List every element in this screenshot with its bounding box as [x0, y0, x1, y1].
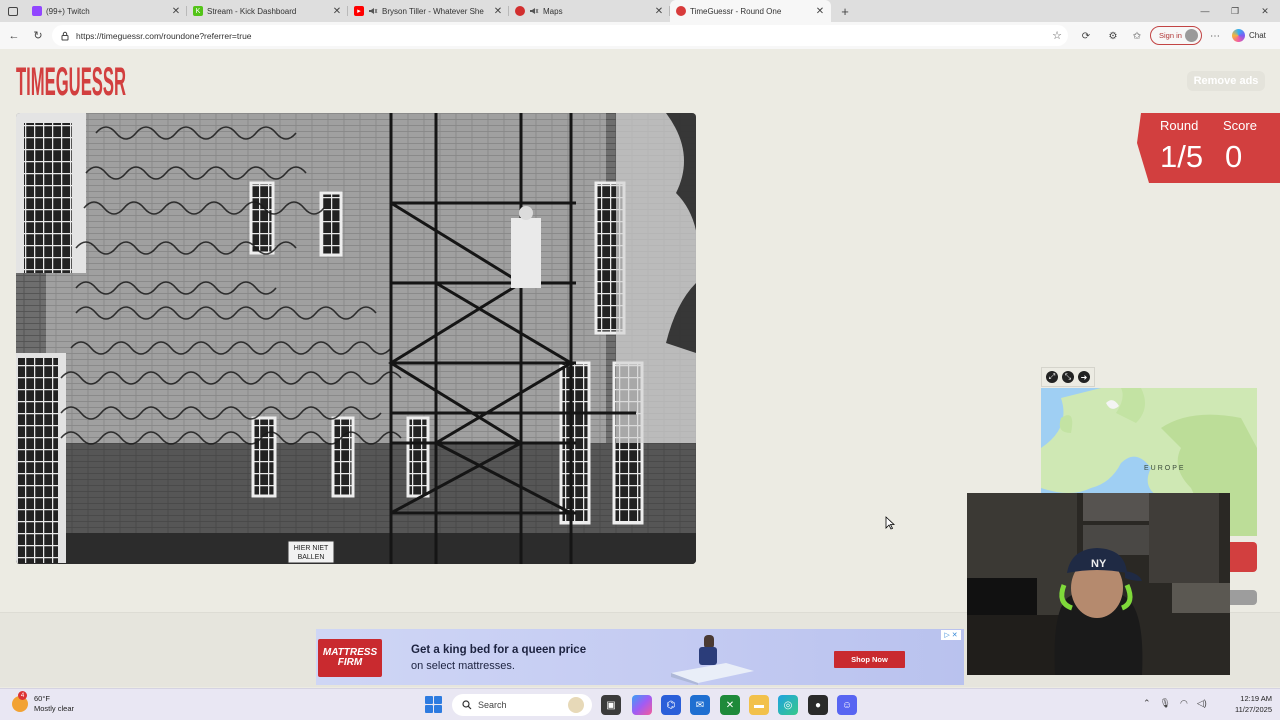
tab-title: Bryson Tiller - Whatever She — [382, 6, 484, 16]
volume-icon[interactable]: ◁) — [1197, 698, 1207, 709]
ad-brand-logo: MATTRESS FIRM — [318, 639, 382, 677]
refresh-extension-icon[interactable]: ⟳ — [1077, 27, 1095, 45]
edge-browser-icon[interactable]: ◎ — [778, 695, 798, 715]
twitch-icon — [32, 6, 42, 16]
xbox-icon[interactable]: ✕ — [720, 695, 740, 715]
file-explorer-icon[interactable]: ▬ — [749, 695, 769, 715]
avatar — [1185, 29, 1198, 42]
back-icon[interactable]: ← — [2, 22, 26, 49]
more-menu-icon[interactable]: ⋯ — [1206, 27, 1224, 45]
sign-in-button[interactable]: Sign in — [1150, 26, 1202, 45]
collapse-icon[interactable]: ⤡ — [1062, 371, 1074, 383]
ad-subline: on select mattresses. — [411, 660, 515, 672]
timeguessr-logo[interactable]: TIMEGUESSR — [16, 58, 128, 100]
kick-icon: K — [193, 6, 203, 16]
ad-shop-now-button[interactable]: Shop Now — [834, 651, 905, 668]
extensions-icon[interactable]: ⚙ — [1104, 27, 1122, 45]
weather-desc: Mostly clear — [34, 704, 75, 713]
weather-widget[interactable]: 4 60°F Mostly clear — [12, 691, 75, 714]
logo-text: TIMEGUESSR — [16, 60, 126, 100]
muted-speaker-icon[interactable] — [368, 7, 378, 15]
round-label: Round — [1160, 118, 1199, 133]
tab-actions-icon[interactable] — [0, 0, 26, 22]
favorites-icon[interactable]: ✩ — [1128, 27, 1146, 45]
webcam-overlay: NY — [967, 493, 1230, 675]
mail-icon[interactable]: ✉ — [690, 695, 710, 715]
microphone-icon[interactable]: 🎙 — [1160, 698, 1171, 709]
weather-badge: 4 — [18, 691, 27, 700]
mattress-ad-banner[interactable]: MATTRESS FIRM Get a king bed for a queen… — [316, 629, 964, 685]
system-tray: ⌃ 🎙 ◠ ◁) — [1143, 698, 1207, 709]
tab-title: Stream - Kick Dashboard — [207, 6, 297, 16]
round-photo: HIER NIET BALLEN — [16, 113, 696, 564]
photo-sign-text: HIER NIET — [294, 545, 329, 552]
site-info-icon[interactable] — [60, 31, 70, 41]
address-bar[interactable]: https://timeguessr.com/roundone?referrer… — [52, 25, 1068, 46]
search-highlight-icon — [568, 697, 584, 713]
mouse-cursor-icon — [885, 516, 895, 530]
discord-icon[interactable]: ☺ — [837, 695, 857, 715]
score-label: Score — [1223, 118, 1257, 133]
weather-temp: 60°F — [34, 694, 50, 703]
url-text: https://timeguessr.com/roundone?referrer… — [76, 30, 252, 41]
refresh-icon[interactable]: ↻ — [26, 22, 50, 49]
tab-kick[interactable]: K Stream - Kick Dashboard ✕ — [187, 0, 348, 22]
tab-title: Maps — [543, 6, 563, 16]
search-icon — [462, 700, 472, 710]
map-region-label: EUROPE — [1144, 465, 1186, 472]
timeguessr-icon — [676, 6, 686, 16]
taskbar-search[interactable]: Search — [452, 694, 592, 716]
svg-text:NY: NY — [1091, 558, 1107, 570]
ad-brand-line2: FIRM — [337, 657, 363, 668]
remove-ads-button[interactable]: Remove ads — [1187, 71, 1265, 91]
close-tab-icon[interactable]: ✕ — [493, 6, 503, 17]
close-tab-icon[interactable]: ✕ — [815, 6, 825, 17]
search-placeholder: Search — [478, 700, 507, 710]
map-size-controls: ⤢ ⤡ ➜ — [1041, 367, 1095, 387]
tray-expand-icon[interactable]: ⌃ — [1143, 698, 1151, 709]
close-window-icon[interactable]: ✕ — [1250, 0, 1280, 22]
muted-speaker-icon[interactable] — [529, 7, 539, 15]
obs-icon[interactable]: ● — [808, 695, 828, 715]
new-tab-button[interactable]: + — [835, 4, 855, 19]
start-button[interactable] — [425, 696, 442, 713]
ad-choices-icon[interactable]: ▷ ✕ — [941, 630, 961, 640]
wifi-icon[interactable]: ◠ — [1180, 698, 1188, 709]
favorite-star-icon[interactable]: ☆ — [1052, 29, 1062, 42]
task-view-icon[interactable]: ▣ — [601, 695, 621, 715]
visual-studio-icon[interactable]: ⌬ — [661, 695, 681, 715]
clock-date: 11/27/2025 — [1235, 705, 1272, 714]
weather-icon: 4 — [12, 691, 28, 712]
windows-taskbar: 4 60°F Mostly clear Search ▣ ⌬ ✉ ✕ ▬ ◎ ●… — [0, 688, 1280, 720]
expand-icon[interactable]: ⤢ — [1046, 371, 1058, 383]
browser-tab-bar: (99+) Twitch ✕ K Stream - Kick Dashboard… — [0, 0, 1280, 22]
tab-title: (99+) Twitch — [46, 6, 90, 16]
clock-time: 12:19 AM — [1240, 694, 1272, 703]
pin-icon[interactable]: ➜ — [1078, 371, 1090, 383]
taskbar-clock[interactable]: 12:19 AM 11/27/2025 — [1228, 693, 1272, 715]
copilot-icon — [1232, 29, 1245, 42]
copilot-app-icon[interactable] — [632, 695, 652, 715]
tab-title: TimeGuessr - Round One — [690, 6, 782, 16]
ad-bed-image — [671, 635, 754, 685]
maps-pin-icon — [515, 6, 525, 16]
close-tab-icon[interactable]: ✕ — [332, 6, 342, 17]
tab-maps[interactable]: Maps ✕ — [509, 0, 670, 22]
tab-timeguessr[interactable]: TimeGuessr - Round One ✕ — [670, 0, 831, 22]
minimize-icon[interactable]: — — [1190, 0, 1220, 22]
sign-in-label: Sign in — [1159, 31, 1182, 40]
tab-twitch[interactable]: (99+) Twitch ✕ — [26, 0, 187, 22]
tab-youtube[interactable]: ▸ Bryson Tiller - Whatever She ✕ — [348, 0, 509, 22]
youtube-icon: ▸ — [354, 6, 364, 16]
score-value: 0 — [1225, 139, 1243, 174]
round-score-panel: Round 1/5 Score 0 — [1137, 113, 1280, 183]
close-tab-icon[interactable]: ✕ — [654, 6, 664, 17]
restore-icon[interactable]: ❐ — [1220, 0, 1250, 22]
close-tab-icon[interactable]: ✕ — [171, 6, 181, 17]
chat-label: Chat — [1249, 31, 1266, 40]
copilot-chat-button[interactable]: Chat — [1232, 26, 1276, 45]
round-value: 1/5 — [1160, 139, 1204, 174]
svg-text:BALLEN: BALLEN — [298, 554, 325, 561]
ad-headline: Get a king bed for a queen price — [411, 644, 587, 656]
